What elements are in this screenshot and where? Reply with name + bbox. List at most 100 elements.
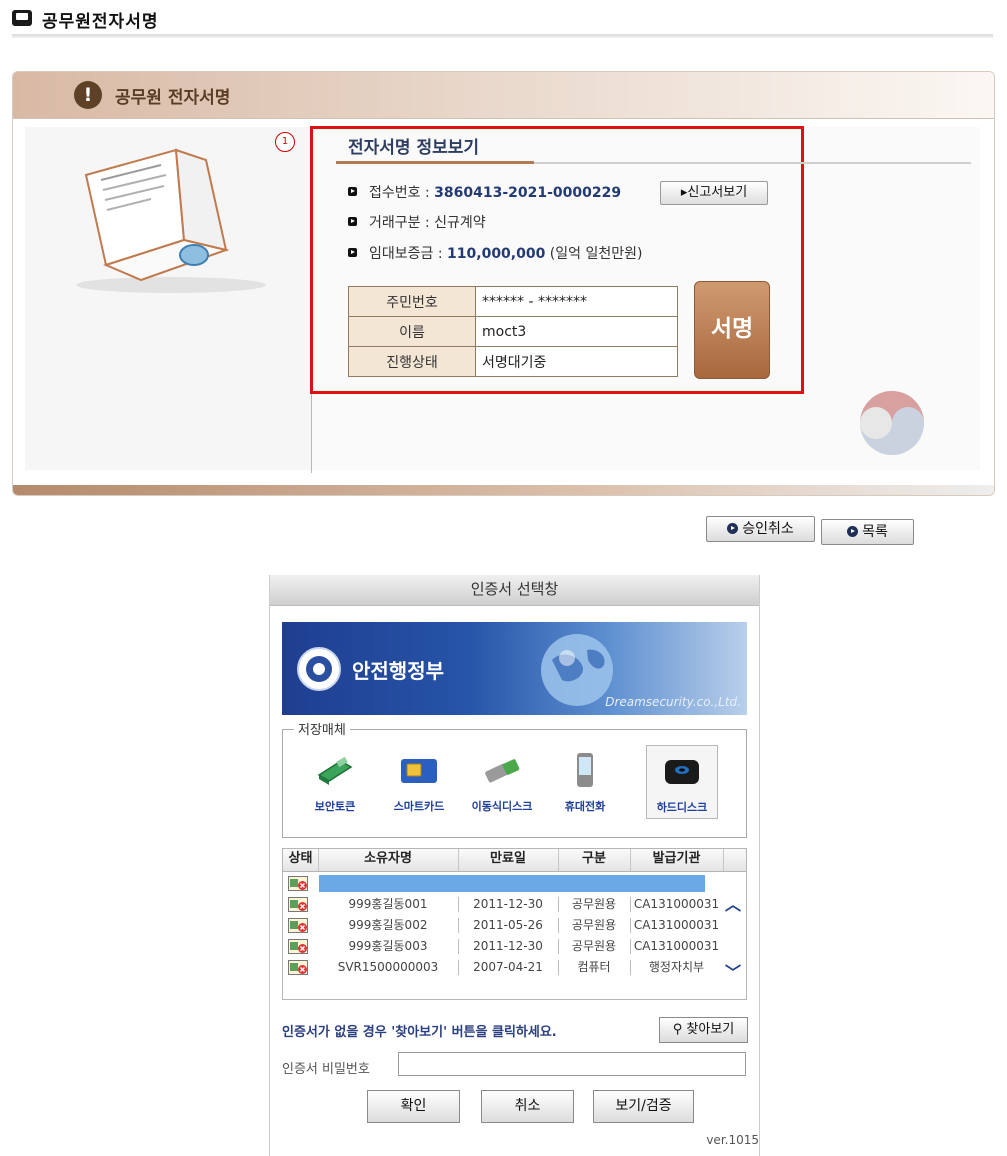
cert-type: 공무원용: [571, 939, 617, 953]
section-underline-accent: [336, 161, 534, 164]
cert-expiry: 2011-05-26: [473, 918, 543, 932]
cancel-approval-label: 승인취소: [742, 521, 794, 537]
certificate-expired-icon: [288, 960, 308, 975]
cancel-button[interactable]: 취소: [481, 1090, 574, 1123]
table-row[interactable]: [283, 873, 723, 894]
view-report-label: 신고서보기: [687, 185, 748, 200]
table-row[interactable]: 999홍길동002 2011-05-26 공무원용 CA131000031: [283, 915, 723, 936]
cert-owner: SVR1500000003: [337, 960, 439, 974]
cert-issuer: 행정자치부: [648, 960, 705, 974]
sign-button[interactable]: 서명: [694, 281, 770, 379]
cert-owner: 999홍길동003: [348, 939, 428, 953]
mobile-phone-icon: [577, 753, 593, 787]
confirm-button[interactable]: 확인: [367, 1090, 460, 1123]
table-row[interactable]: 999홍길동001 2011-12-30 공무원용 CA131000031: [283, 894, 723, 915]
arrow-bullet-icon: [348, 248, 357, 257]
storage-hard-disk[interactable]: 하드디스크: [646, 745, 718, 819]
storage-label: 이동식디스크: [471, 800, 533, 813]
cert-owner: 999홍길동002: [348, 918, 428, 932]
storage-usb-disk[interactable]: 이동식디스크: [467, 745, 537, 817]
column-header-status[interactable]: 상태: [283, 849, 319, 871]
cancel-approval-button[interactable]: 승인취소: [706, 516, 815, 542]
storage-label: 휴대전화: [564, 800, 606, 813]
find-label: 찾아보기: [686, 1022, 735, 1037]
table-row: 진행상태 서명대기중: [348, 346, 678, 377]
receipt-number-label: 접수번호 :: [369, 185, 435, 201]
receipt-number-value: 3860413-2021-0000229: [434, 185, 622, 201]
cert-issuer: CA131000031: [633, 897, 720, 911]
certificate-list[interactable]: 상태 소유자명 만료일 구분 발급기관 999홍길동001 2011-12-30…: [282, 848, 747, 1000]
arrow-bullet-icon: [348, 187, 357, 196]
cert-expiry: 2007-04-21: [473, 960, 543, 974]
storage-mobile-phone[interactable]: 휴대전화: [550, 745, 620, 817]
page-title: 공무원전자서명: [42, 12, 159, 32]
cert-owner: 999홍길동001: [348, 897, 428, 911]
annotation-badge: 1: [275, 132, 295, 152]
dialog-titlebar: 인증서 선택창: [270, 575, 759, 606]
column-header-owner[interactable]: 소유자명: [318, 849, 459, 871]
cert-expiry: 2011-12-30: [473, 897, 543, 911]
scroll-down-icon[interactable]: ﹀: [723, 959, 743, 982]
storage-label: 하드디스크: [656, 801, 708, 814]
magnifier-icon: ⚲: [672, 1022, 683, 1037]
banner-ministry-name: 안전행정부: [352, 659, 444, 683]
section-title: 전자서명 정보보기: [348, 138, 480, 158]
table-row: 주민번호 ****** - *******: [348, 286, 678, 317]
deposit-value: 110,000,000: [447, 246, 546, 262]
exclamation-icon: !: [74, 81, 102, 109]
certificate-dialog: 인증서 선택창 안전행정부 Dreamsecurity.co.,Ltd. 저장매…: [269, 575, 760, 1156]
list-label: 목록: [862, 524, 888, 540]
circle-arrow-icon: [847, 526, 859, 537]
storage-label: 보안토큰: [314, 800, 356, 813]
certificate-expired-icon: [288, 876, 308, 891]
cert-type: 컴퓨터: [577, 960, 611, 974]
circle-arrow-icon: [727, 523, 739, 534]
progress-status-label: 진행상태: [348, 346, 476, 377]
table-row[interactable]: 999홍길동003 2011-12-30 공무원용 CA131000031: [283, 936, 723, 957]
title-divider: [12, 34, 993, 38]
name-value: moct3: [475, 316, 678, 347]
cert-type: 공무원용: [571, 897, 617, 911]
no-certificate-notice: 인증서가 없을 경우 '찾아보기' 버튼을 클릭하세요.: [282, 1025, 557, 1040]
storage-label: 스마트카드: [393, 800, 445, 813]
selected-row-highlight: [319, 875, 705, 892]
ministry-banner: 안전행정부 Dreamsecurity.co.,Ltd.: [282, 622, 747, 715]
certificate-expired-icon: [288, 939, 308, 954]
find-certificate-button[interactable]: ⚲ 찾아보기: [659, 1017, 748, 1043]
scroll-up-icon[interactable]: ︿: [723, 891, 743, 914]
certificate-list-header: 상태 소유자명 만료일 구분 발급기관: [283, 849, 746, 872]
signer-info-table: 주민번호 ****** - ******* 이름 moct3 진행상태 서명대기…: [348, 286, 678, 377]
name-label: 이름: [348, 316, 476, 347]
progress-status-value: 서명대기중: [475, 346, 678, 377]
table-row[interactable]: SVR1500000003 2007-04-21 컴퓨터 행정자치부: [283, 957, 723, 978]
storage-security-token[interactable]: 보안토큰: [300, 745, 370, 817]
certificate-expired-icon: [288, 897, 308, 912]
usb-disk-icon: [485, 759, 520, 783]
smartcard-icon: [401, 759, 437, 783]
certificate-password-input[interactable]: [398, 1052, 746, 1076]
certificate-expired-icon: [288, 918, 308, 933]
panel-bottom-bar: [13, 485, 994, 495]
storage-media-legend: 저장매체: [294, 719, 350, 738]
government-emblem-icon: [860, 391, 924, 455]
banner-company: Dreamsecurity.co.,Ltd.: [605, 695, 741, 709]
view-verify-button[interactable]: 보기/검증: [593, 1090, 694, 1123]
view-report-button[interactable]: ▸신고서보기: [660, 181, 768, 205]
storage-smartcard[interactable]: 스마트카드: [384, 745, 454, 817]
column-header-type[interactable]: 구분: [558, 849, 631, 871]
panel-header: ! 공무원 전자서명: [13, 72, 994, 119]
panel-title: 공무원 전자서명: [115, 88, 231, 108]
cert-issuer: CA131000031: [633, 939, 720, 953]
resident-number-value: ****** - *******: [475, 286, 678, 317]
resident-number-label: 주민번호: [348, 286, 476, 317]
cert-type: 공무원용: [571, 918, 617, 932]
list-button[interactable]: 목록: [821, 519, 914, 545]
password-label: 인증서 비밀번호: [282, 1062, 370, 1077]
deposit-label: 임대보증금 :: [369, 246, 448, 262]
cert-expiry: 2011-12-30: [473, 939, 543, 953]
dialog-title: 인증서 선택창: [470, 580, 559, 598]
security-token-icon: [317, 756, 353, 785]
column-header-expiry[interactable]: 만료일: [458, 849, 559, 871]
page-header: 공무원전자서명: [12, 6, 993, 36]
column-header-issuer[interactable]: 발급기관: [630, 849, 724, 871]
